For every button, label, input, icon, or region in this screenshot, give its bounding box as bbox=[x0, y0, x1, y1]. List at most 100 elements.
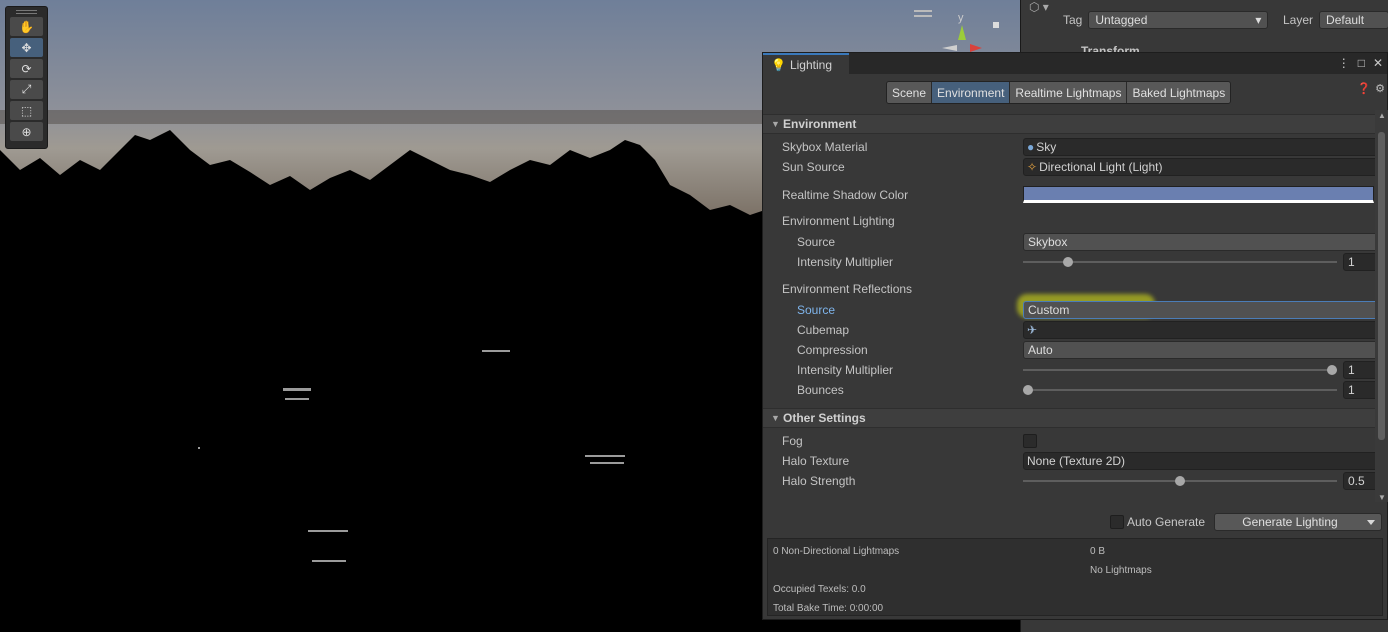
skybox-material-field[interactable]: ● Sky bbox=[1023, 138, 1375, 156]
gizmo-y-label: y bbox=[958, 12, 964, 24]
lighting-window: 💡 Lighting ⋮ □ ✕ Scene Environment Realt… bbox=[762, 52, 1388, 620]
lighting-content: ▼ Environment Skybox Material ● Sky Sun … bbox=[763, 110, 1375, 502]
generate-row: Auto Generate Generate Lighting bbox=[763, 511, 1387, 533]
halo-strength-slider[interactable]: 0.5 bbox=[1023, 472, 1375, 490]
env-lighting-intensity-label: Intensity Multiplier bbox=[797, 255, 894, 269]
environment-section-title: Environment bbox=[783, 117, 857, 131]
sun-source-field[interactable]: ✧ Directional Light (Light) bbox=[1023, 158, 1375, 176]
scroll-down-icon[interactable]: ▼ bbox=[1378, 493, 1386, 502]
layer-label: Layer bbox=[1283, 13, 1314, 27]
cubemap-icon: ✈ bbox=[1027, 323, 1038, 337]
fog-checkbox-wrap bbox=[1023, 432, 1037, 450]
cubemap-field[interactable]: ✈ bbox=[1023, 321, 1375, 339]
rect-tool-icon[interactable]: ⬚ bbox=[10, 101, 43, 120]
compression-row: Compression Auto bbox=[797, 341, 1375, 359]
cubemap-label: Cubemap bbox=[797, 323, 850, 337]
slider-thumb[interactable] bbox=[1023, 385, 1033, 395]
sun-source-label: Sun Source bbox=[782, 160, 845, 174]
lightbulb-icon: 💡 bbox=[771, 57, 786, 72]
env-lighting-intensity-row: Intensity Multiplier 1 bbox=[797, 253, 1375, 271]
more-options-icon[interactable]: ⋮ bbox=[1338, 56, 1350, 70]
reflections-intensity-input[interactable]: 1 bbox=[1343, 361, 1375, 379]
env-lighting-source-row: Source Skybox bbox=[797, 233, 1375, 251]
mode-scene-button[interactable]: Scene bbox=[887, 82, 933, 103]
env-lighting-source-dropdown[interactable]: Skybox bbox=[1023, 233, 1375, 251]
mode-realtime-lightmaps-button[interactable]: Realtime Lightmaps bbox=[1010, 82, 1128, 103]
slider-track[interactable] bbox=[1023, 389, 1337, 391]
lighting-scrollbar[interactable]: ▲ ▼ bbox=[1375, 110, 1388, 502]
halo-texture-value: None (Texture 2D) bbox=[1027, 454, 1126, 468]
bounces-slider[interactable]: 1 bbox=[1023, 381, 1375, 399]
chevron-down-icon[interactable] bbox=[1367, 520, 1375, 525]
material-sphere-icon: ● bbox=[1027, 140, 1035, 154]
sun-source-row: Sun Source ✧ Directional Light (Light) bbox=[782, 158, 1375, 176]
auto-generate-label: Auto Generate bbox=[1127, 515, 1206, 529]
layer-value: Default bbox=[1326, 13, 1365, 27]
reflections-intensity-row: Intensity Multiplier 1 bbox=[797, 361, 1375, 379]
tag-dropdown[interactable]: Untagged ▾ bbox=[1088, 11, 1269, 29]
reflections-source-value: Custom bbox=[1028, 303, 1070, 317]
realtime-shadow-color-field[interactable]: ✎ bbox=[1023, 186, 1375, 204]
compression-dropdown[interactable]: Auto bbox=[1023, 341, 1375, 359]
env-lighting-intensity-input[interactable]: 1 bbox=[1343, 253, 1375, 271]
skybox-material-label: Skybox Material bbox=[782, 140, 868, 154]
help-icon[interactable]: ❓ bbox=[1357, 82, 1371, 95]
no-lightmaps-text: No Lightmaps bbox=[1090, 565, 1152, 576]
mode-environment-button[interactable]: Environment bbox=[932, 82, 1011, 103]
reflections-source-dropdown[interactable]: Custom bbox=[1023, 301, 1375, 319]
chevron-down-icon: ▾ bbox=[1255, 13, 1262, 27]
slider-thumb[interactable] bbox=[1327, 365, 1337, 375]
close-icon[interactable]: ✕ bbox=[1373, 56, 1383, 70]
shadow-color-swatch[interactable] bbox=[1023, 186, 1374, 203]
foldout-arrow-icon: ▼ bbox=[771, 119, 780, 129]
cubemap-row: Cubemap ✈ bbox=[797, 321, 1375, 339]
transform-tool-icon[interactable]: ⊕ bbox=[10, 122, 43, 141]
fog-label: Fog bbox=[782, 434, 803, 448]
rotate-tool-icon[interactable]: ⟳ bbox=[10, 59, 43, 78]
settings-gear-icon[interactable]: ⚙ bbox=[1375, 82, 1385, 95]
generate-lighting-label: Generate Lighting bbox=[1242, 515, 1338, 529]
halo-strength-input[interactable]: 0.5 bbox=[1343, 472, 1375, 490]
slider-track[interactable] bbox=[1023, 369, 1337, 371]
slider-thumb[interactable] bbox=[1175, 476, 1185, 486]
env-lighting-intensity-slider[interactable]: 1 bbox=[1023, 253, 1375, 271]
tab-lighting[interactable]: 💡 Lighting bbox=[763, 53, 849, 74]
halo-strength-row: Halo Strength 0.5 bbox=[782, 472, 1375, 490]
scrollbar-thumb[interactable] bbox=[1378, 132, 1385, 440]
total-bake-time: Total Bake Time: 0:00:00 bbox=[773, 603, 884, 614]
fog-checkbox[interactable] bbox=[1023, 434, 1037, 448]
generate-lighting-button[interactable]: Generate Lighting bbox=[1214, 513, 1382, 531]
realtime-shadow-color-row: Realtime Shadow Color ✎ bbox=[782, 186, 1375, 204]
bounces-label: Bounces bbox=[797, 383, 844, 397]
lightmap-stats-panel: 0 Non-Directional Lightmaps 0 B No Light… bbox=[767, 538, 1383, 616]
mode-toolbar: Scene Environment Realtime Lightmaps Bak… bbox=[886, 81, 1232, 104]
auto-generate-checkbox[interactable] bbox=[1110, 515, 1124, 529]
scroll-up-icon[interactable]: ▲ bbox=[1378, 111, 1386, 120]
hand-tool-icon[interactable]: ✋ bbox=[10, 17, 43, 36]
gameobject-icon: ⬡ ▾ bbox=[1029, 0, 1049, 14]
other-settings-section-header[interactable]: ▼ Other Settings bbox=[763, 408, 1375, 428]
halo-texture-field[interactable]: None (Texture 2D) bbox=[1023, 452, 1375, 470]
sun-source-value: Directional Light (Light) bbox=[1039, 160, 1163, 174]
scene-toolbar: ✋ ✥ ⟳ ⤢ ⬚ ⊕ bbox=[5, 6, 48, 149]
layer-dropdown[interactable]: Default bbox=[1319, 11, 1388, 29]
environment-section-header[interactable]: ▼ Environment bbox=[763, 114, 1375, 134]
lighting-mode-bar: Scene Environment Realtime Lightmaps Bak… bbox=[763, 74, 1387, 110]
mode-baked-lightmaps-button[interactable]: Baked Lightmaps bbox=[1127, 82, 1231, 103]
skybox-material-value: Sky bbox=[1036, 140, 1057, 154]
other-settings-section-title: Other Settings bbox=[783, 411, 866, 425]
toolbar-grip[interactable] bbox=[16, 10, 37, 14]
move-tool-icon[interactable]: ✥ bbox=[10, 38, 43, 57]
bounces-input[interactable]: 1 bbox=[1343, 381, 1375, 399]
compression-value: Auto bbox=[1028, 343, 1053, 357]
scale-tool-icon[interactable]: ⤢ bbox=[10, 80, 43, 99]
slider-thumb[interactable] bbox=[1062, 257, 1073, 267]
env-lighting-source-label: Source bbox=[797, 235, 836, 249]
maximize-icon[interactable]: □ bbox=[1358, 56, 1365, 70]
lighting-tab-bar: 💡 Lighting ⋮ □ ✕ bbox=[763, 53, 1387, 74]
compression-label: Compression bbox=[797, 343, 868, 357]
lightmaps-size: 0 B bbox=[1090, 546, 1106, 557]
fog-row: Fog bbox=[782, 432, 1375, 450]
scene-menu-icon[interactable] bbox=[914, 10, 932, 17]
reflections-intensity-slider[interactable]: 1 bbox=[1023, 361, 1375, 379]
